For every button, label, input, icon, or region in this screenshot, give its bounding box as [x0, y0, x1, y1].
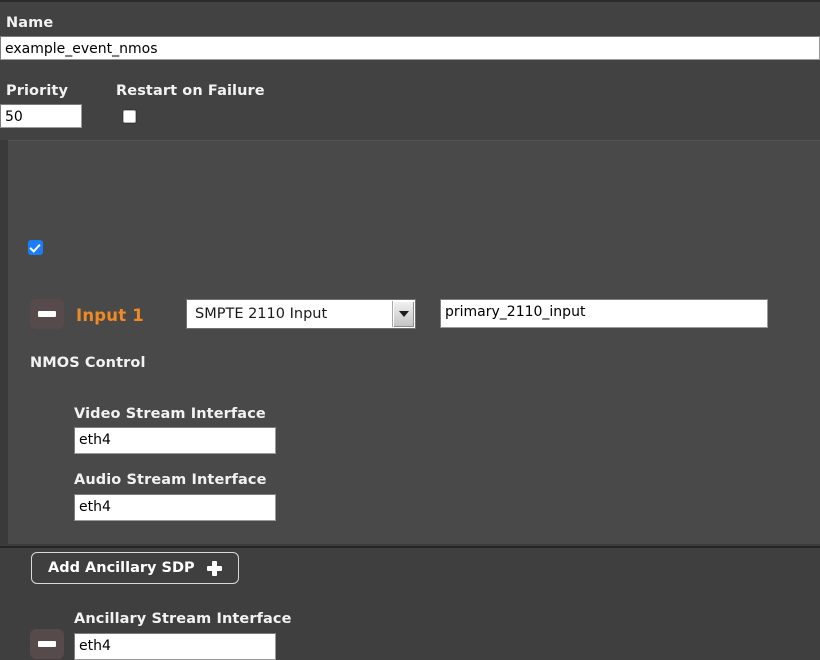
priority-label: Priority [6, 83, 69, 99]
video-stream-interface-input[interactable]: eth4 [74, 427, 276, 454]
audio-stream-interface-label: Audio Stream Interface [74, 472, 267, 488]
nmos-control-label: NMOS Control [30, 355, 146, 371]
add-ancillary-sdp-button[interactable]: Add Ancillary SDP [31, 552, 239, 584]
input-type-select[interactable]: SMPTE 2110 Input [186, 299, 416, 329]
collapse-input-1-minus-icon[interactable] [30, 299, 64, 329]
ancillary-stream-interface-label: Ancillary Stream Interface [74, 611, 292, 627]
audio-stream-interface-input[interactable]: eth4 [74, 494, 276, 521]
input-1-panel: Input 1 SMPTE 2110 Input primary_2110_in… [8, 140, 820, 660]
input-1-title: Input 1 [76, 306, 144, 325]
input-type-selected-value: SMPTE 2110 Input [195, 306, 328, 322]
input-name-field[interactable]: primary_2110_input [440, 299, 768, 328]
video-stream-interface-label: Video Stream Interface [74, 406, 266, 422]
restart-on-failure-label: Restart on Failure [116, 83, 265, 99]
remove-ancillary-stream-minus-icon[interactable] [30, 629, 64, 659]
priority-input[interactable]: 50 [0, 104, 82, 128]
add-ancillary-sdp-label: Add Ancillary SDP [48, 560, 195, 576]
plus-icon [206, 560, 222, 576]
restart-on-failure-checkbox[interactable] [123, 110, 136, 123]
name-input[interactable]: example_event_nmos [0, 36, 820, 60]
chevron-down-icon[interactable] [392, 301, 414, 327]
nmos-control-checkbox[interactable] [28, 240, 43, 255]
panel-left-gutter [0, 140, 8, 548]
window-bottom-edge [0, 544, 820, 548]
event-header-section: Name example_event_nmos Priority 50 Rest… [0, 0, 820, 140]
ancillary-stream-interface-input[interactable]: eth4 [74, 633, 276, 660]
name-label: Name [6, 15, 54, 31]
